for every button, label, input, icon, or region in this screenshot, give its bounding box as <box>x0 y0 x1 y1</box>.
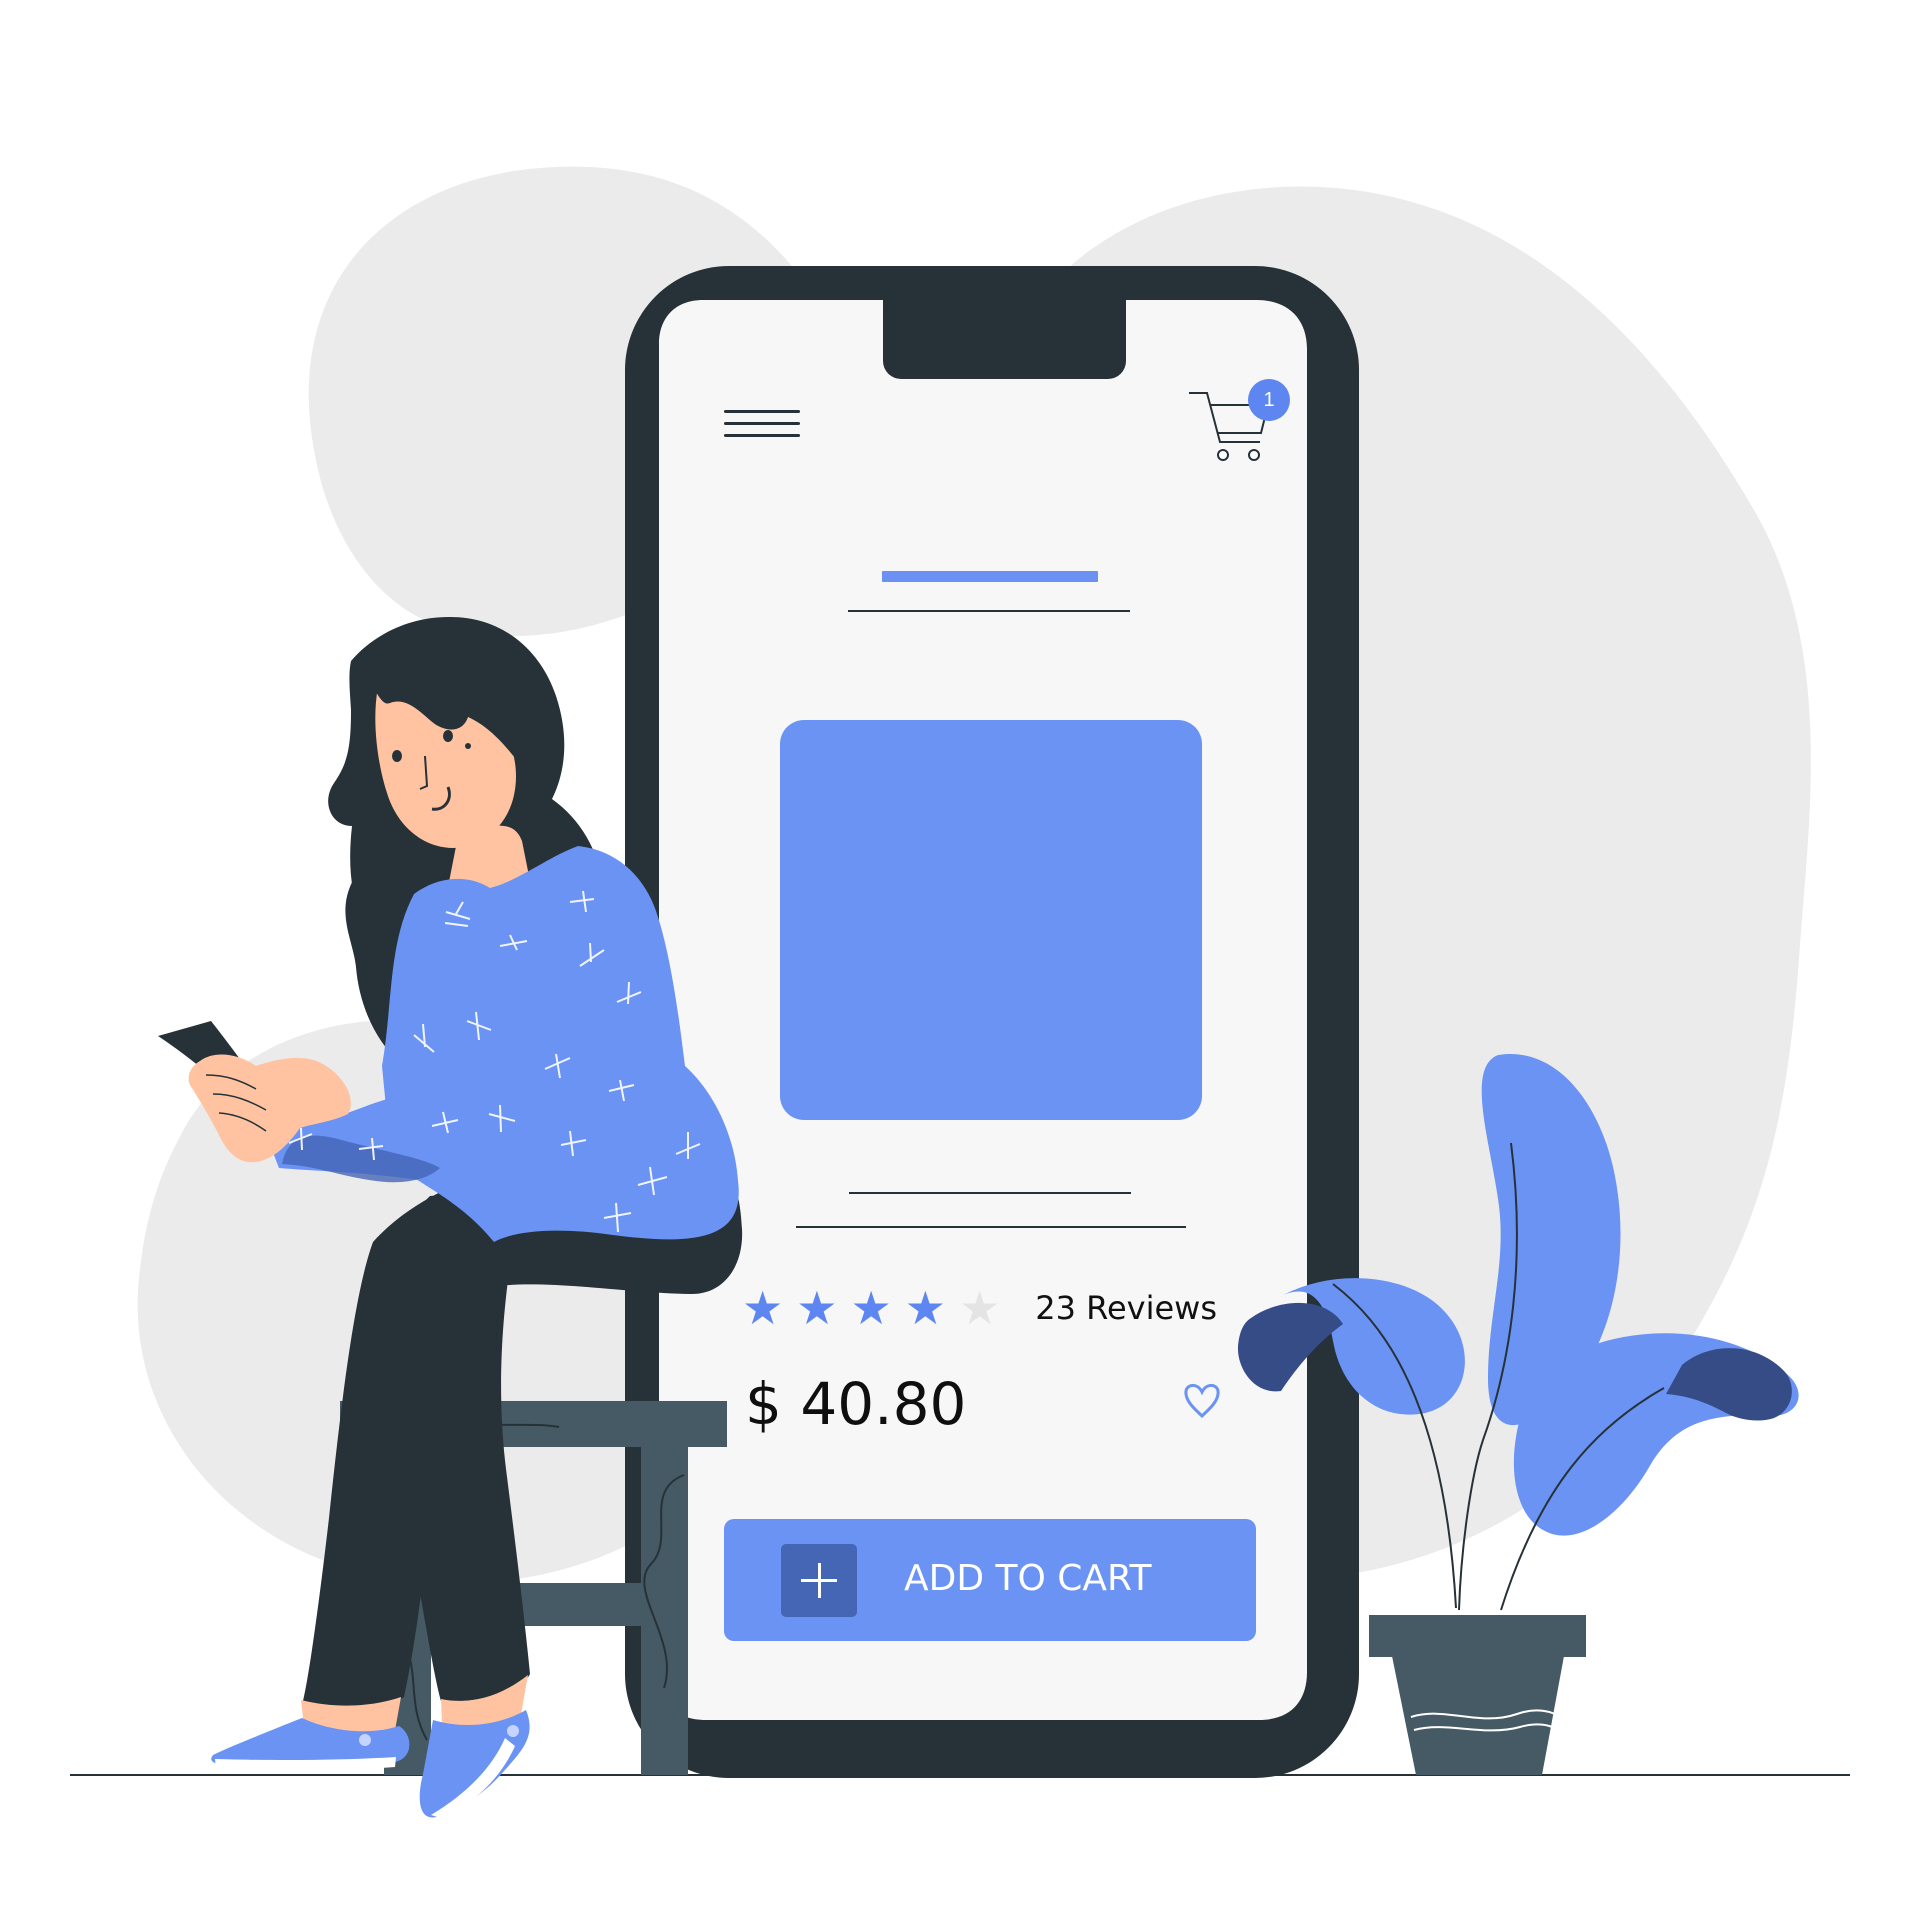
product-description-line-1 <box>849 1192 1131 1194</box>
review-count: 23 Reviews <box>1035 1289 1217 1327</box>
menu-icon-line-3 <box>724 434 800 437</box>
cart-count-badge: 1 <box>1248 379 1290 421</box>
add-to-cart-label: ADD TO CART <box>904 1558 1152 1599</box>
plant-pot-rim <box>1369 1615 1586 1657</box>
woman-left-eye <box>392 750 402 762</box>
rating-star-5: ★ <box>959 1281 1001 1335</box>
rating-star-1: ★ <box>742 1281 784 1335</box>
woman-mole <box>465 743 471 749</box>
product-description-line-2 <box>796 1226 1186 1228</box>
product-price: $ 40.80 <box>745 1370 967 1438</box>
menu-icon-line-2 <box>724 422 800 425</box>
phone-notch <box>883 300 1126 379</box>
woman-right-shoe-detail <box>507 1725 519 1737</box>
menu-icon-line-1 <box>724 410 800 413</box>
favorite-button[interactable] <box>1178 1376 1226 1424</box>
woman-left-shoe-detail <box>359 1734 371 1746</box>
add-to-cart-button[interactable]: ADD TO CART <box>724 1519 1256 1641</box>
product-title-placeholder <box>882 571 1098 582</box>
product-rating: ★ ★ ★ ★ ★ 23 Reviews <box>742 1281 1262 1335</box>
menu-button[interactable] <box>724 404 806 444</box>
shopping-cart-button[interactable]: 1 <box>1184 379 1290 467</box>
rating-star-3: ★ <box>850 1281 892 1335</box>
rating-star-4: ★ <box>904 1281 946 1335</box>
rating-star-2: ★ <box>796 1281 838 1335</box>
woman-right-eye <box>443 730 453 742</box>
product-subtitle-line <box>848 610 1130 612</box>
stool-right-leg <box>641 1446 688 1775</box>
product-image-card[interactable] <box>780 720 1202 1120</box>
heart-outline-icon <box>1184 1383 1220 1419</box>
plus-icon <box>781 1544 857 1617</box>
